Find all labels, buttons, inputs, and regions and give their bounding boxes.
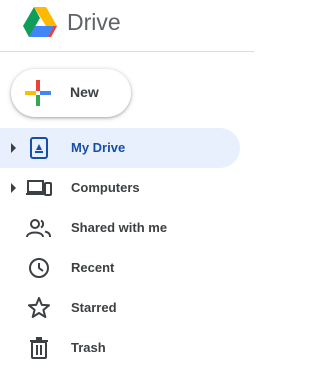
sidebar-item-label: Starred — [71, 300, 117, 315]
new-button-label: New — [70, 84, 99, 100]
trash-icon — [30, 337, 48, 359]
google-drive-logo-icon[interactable] — [22, 6, 58, 38]
sidebar-nav: My Drive Computers Shared with me Recent — [0, 128, 254, 368]
sidebar-item-label: Shared with me — [71, 220, 168, 235]
sidebar-item-shared-with-me[interactable]: Shared with me — [0, 208, 254, 248]
app-title: Drive — [67, 9, 121, 35]
sidebar-item-computers[interactable]: Computers — [0, 168, 254, 208]
star-icon — [28, 297, 50, 318]
sidebar-item-recent[interactable]: Recent — [0, 248, 254, 288]
expand-arrow-icon[interactable] — [11, 183, 16, 193]
plus-icon — [25, 80, 51, 106]
my-drive-icon — [30, 137, 48, 159]
shared-with-me-icon — [26, 219, 51, 238]
recent-clock-icon — [29, 258, 49, 278]
new-button[interactable]: New — [11, 69, 131, 117]
sidebar-item-label: Recent — [71, 260, 115, 275]
computers-icon — [26, 180, 52, 196]
app-header: Drive — [0, 0, 254, 52]
sidebar-item-trash[interactable]: Trash — [0, 328, 254, 368]
sidebar-item-my-drive[interactable]: My Drive — [0, 128, 240, 168]
sidebar-item-starred[interactable]: Starred — [0, 288, 254, 328]
expand-arrow-icon[interactable] — [11, 143, 16, 153]
sidebar-item-label: My Drive — [71, 140, 126, 155]
sidebar-item-label: Trash — [71, 340, 106, 355]
sidebar-item-label: Computers — [71, 180, 140, 195]
